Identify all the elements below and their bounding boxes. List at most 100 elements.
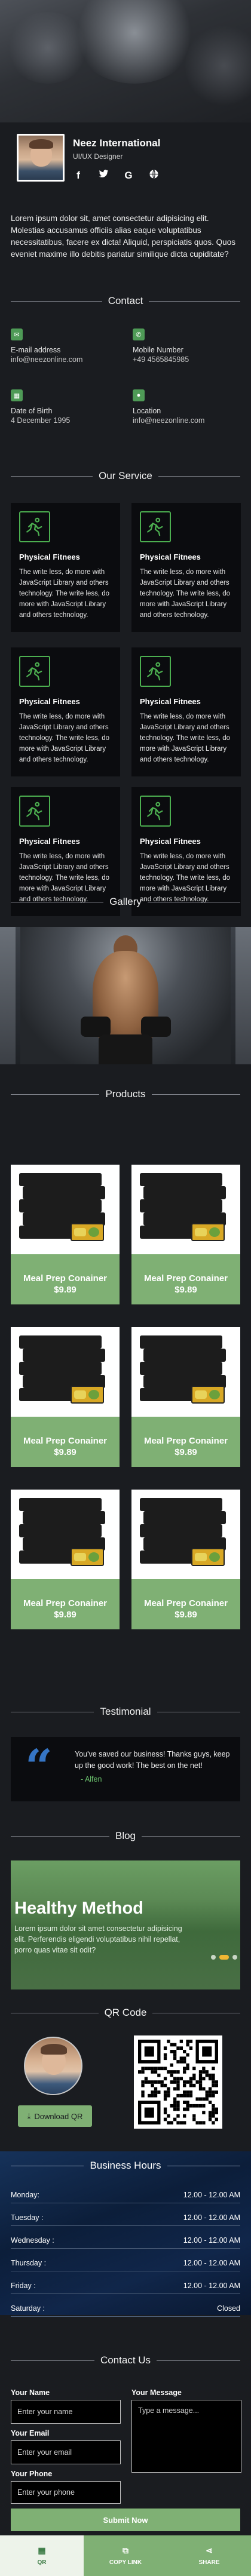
product-card[interactable]: Meal Prep Conainer $9.89 — [11, 1490, 120, 1629]
hours-time: 12.00 - 12.00 AM — [183, 2236, 240, 2245]
contact-section-title: Contact — [11, 295, 240, 307]
hours-section-title: Business Hours — [11, 2160, 240, 2172]
profile-bio: Lorem ipsum dolor sit, amet consectetur … — [11, 214, 235, 259]
service-description: The write less, do more with JavaScript … — [19, 713, 110, 763]
hours-row: Tuesday : 12.00 - 12.00 AM — [11, 2213, 240, 2226]
blog-post-card[interactable]: Healthy Method Lorem ipsum dolor sit ame… — [11, 1860, 240, 1989]
name-label: Your Name — [11, 2388, 50, 2397]
page: Neez International UI/UX Designer f G Lo… — [0, 0, 251, 2576]
testimonial-section-title: Testimonial — [11, 1706, 241, 1718]
service-title: Physical Fitnees — [19, 697, 80, 706]
avatar — [17, 134, 65, 182]
qr-section-title: QR Code — [11, 2007, 240, 2019]
qr-avatar — [24, 2037, 82, 2095]
globe-icon[interactable] — [148, 169, 159, 182]
twitter-icon[interactable] — [98, 170, 109, 182]
product-image — [131, 1327, 240, 1417]
google-icon[interactable]: G — [123, 170, 134, 182]
product-name: Meal Prep Conainer — [143, 1598, 228, 1608]
hours-day: Saturday : — [11, 2304, 45, 2313]
contact-value: +49 4565845985 — [133, 355, 189, 364]
product-card[interactable]: Meal Prep Conainer $9.89 — [11, 1165, 120, 1304]
product-price: $9.89 — [175, 1447, 197, 1457]
email-input[interactable] — [11, 2440, 121, 2464]
product-price: $9.89 — [54, 1610, 76, 1620]
profile-role: UI/UX Designer — [73, 152, 123, 161]
product-price: $9.89 — [175, 1285, 197, 1295]
contact-value: info@neezonline.com — [11, 355, 83, 364]
fitness-icon — [140, 656, 171, 687]
contact-email[interactable]: ✉ E-mail address info@neezonline.com — [11, 328, 118, 364]
product-name: Meal Prep Conainer — [143, 1436, 228, 1446]
business-hours-section: Business Hours Monday: 12.00 - 12.00 AM Tu… — [0, 2151, 251, 2317]
hours-day: Friday : — [11, 2282, 36, 2290]
gallery-image[interactable] — [0, 927, 251, 1064]
product-info: Meal Prep Conainer $9.89 — [11, 1579, 120, 1629]
carousel-dot[interactable] — [211, 1955, 216, 1960]
fitness-icon — [19, 511, 50, 542]
service-card[interactable]: Physical Fitnees The write less, do more … — [131, 503, 241, 632]
contact-value: 4 December 1995 — [11, 416, 71, 425]
bottom-nav-share[interactable]: ⋖ SHARE — [167, 2535, 251, 2576]
download-qr-label: Download QR — [34, 2111, 83, 2121]
contact-us-section-title: Contact Us — [11, 2354, 240, 2366]
profile-card: Neez International UI/UX Designer f G — [17, 134, 160, 182]
product-name: Meal Prep Conainer — [23, 1436, 108, 1446]
carousel-dots[interactable] — [211, 1955, 237, 1960]
service-card[interactable]: Physical Fitnees The write less, do more … — [131, 647, 241, 776]
hours-row: Wednesday : 12.00 - 12.00 AM — [11, 2236, 240, 2249]
service-description: The write less, do more with JavaScript … — [140, 713, 231, 763]
message-input[interactable] — [131, 2400, 241, 2473]
profile-name: Neez International — [73, 137, 161, 149]
contact-label: Location — [133, 407, 161, 415]
service-card[interactable]: Physical Fitnees The write less, do more … — [11, 503, 120, 632]
phone-input[interactable] — [11, 2481, 121, 2504]
bottom-nav: ▦ QR ⧉ COPY LINK ⋖ SHARE — [0, 2535, 251, 2576]
product-price: $9.89 — [175, 1610, 197, 1620]
fitness-icon — [140, 796, 171, 827]
blog-post-text: Lorem ipsum dolor sit amet consectetur a… — [14, 1924, 182, 1954]
service-description: The write less, do more with JavaScript … — [140, 569, 231, 619]
hours-time: 12.00 - 12.00 AM — [183, 2191, 240, 2199]
contact-location[interactable]: ● Location info@neezonline.com — [133, 389, 240, 425]
blog-section-title: Blog — [11, 1830, 240, 1842]
product-info: Meal Prep Conainer $9.89 — [131, 1254, 240, 1304]
facebook-icon[interactable]: f — [73, 170, 84, 182]
calendar-icon: ▦ — [11, 389, 23, 401]
submit-button[interactable]: Submit Now — [11, 2509, 240, 2531]
product-card[interactable]: Meal Prep Conainer $9.89 — [131, 1490, 240, 1629]
contact-label: E-mail address — [11, 346, 61, 354]
product-card[interactable]: Meal Prep Conainer $9.89 — [11, 1327, 120, 1467]
product-image — [131, 1490, 240, 1579]
carousel-dot-active[interactable] — [219, 1955, 229, 1960]
contact-label: Mobile Number — [133, 346, 183, 354]
bottom-nav-copy-link[interactable]: ⧉ COPY LINK — [84, 2535, 167, 2576]
bottom-nav-qr[interactable]: ▦ QR — [0, 2535, 84, 2576]
download-qr-button[interactable]: ⤓ Download QR — [18, 2105, 92, 2127]
fitness-icon — [19, 796, 50, 827]
hours-time: 12.00 - 12.00 AM — [183, 2259, 240, 2267]
product-info: Meal Prep Conainer $9.89 — [11, 1417, 120, 1467]
share-icon: ⋖ — [206, 2546, 213, 2555]
fitness-icon — [19, 656, 50, 687]
product-price: $9.89 — [54, 1447, 76, 1457]
product-card[interactable]: Meal Prep Conainer $9.89 — [131, 1327, 240, 1467]
contact-value: info@neezonline.com — [133, 416, 205, 425]
email-label: Your Email — [11, 2429, 50, 2437]
contact-label: Date of Birth — [11, 407, 53, 415]
hours-row: Friday : 12.00 - 12.00 AM — [11, 2282, 240, 2294]
copy-icon: ⧉ — [123, 2546, 128, 2555]
service-title: Physical Fitnees — [19, 552, 80, 561]
message-label: Your Message — [131, 2388, 182, 2397]
service-card[interactable]: Physical Fitnees The write less, do more … — [11, 647, 120, 776]
hours-row: Thursday : 12.00 - 12.00 AM — [11, 2259, 240, 2271]
hours-row: Saturday : Closed — [11, 2304, 240, 2317]
service-title: Physical Fitnees — [19, 837, 80, 846]
product-card[interactable]: Meal Prep Conainer $9.89 — [131, 1165, 240, 1304]
name-input[interactable] — [11, 2400, 121, 2424]
testimonial-card: “ You've saved our business! Thanks guys… — [11, 1737, 240, 1801]
contact-phone[interactable]: ✆ Mobile Number +49 4565845985 — [133, 328, 240, 364]
product-info: Meal Prep Conainer $9.89 — [11, 1254, 120, 1304]
carousel-dot[interactable] — [232, 1955, 237, 1960]
product-name: Meal Prep Conainer — [23, 1273, 108, 1284]
